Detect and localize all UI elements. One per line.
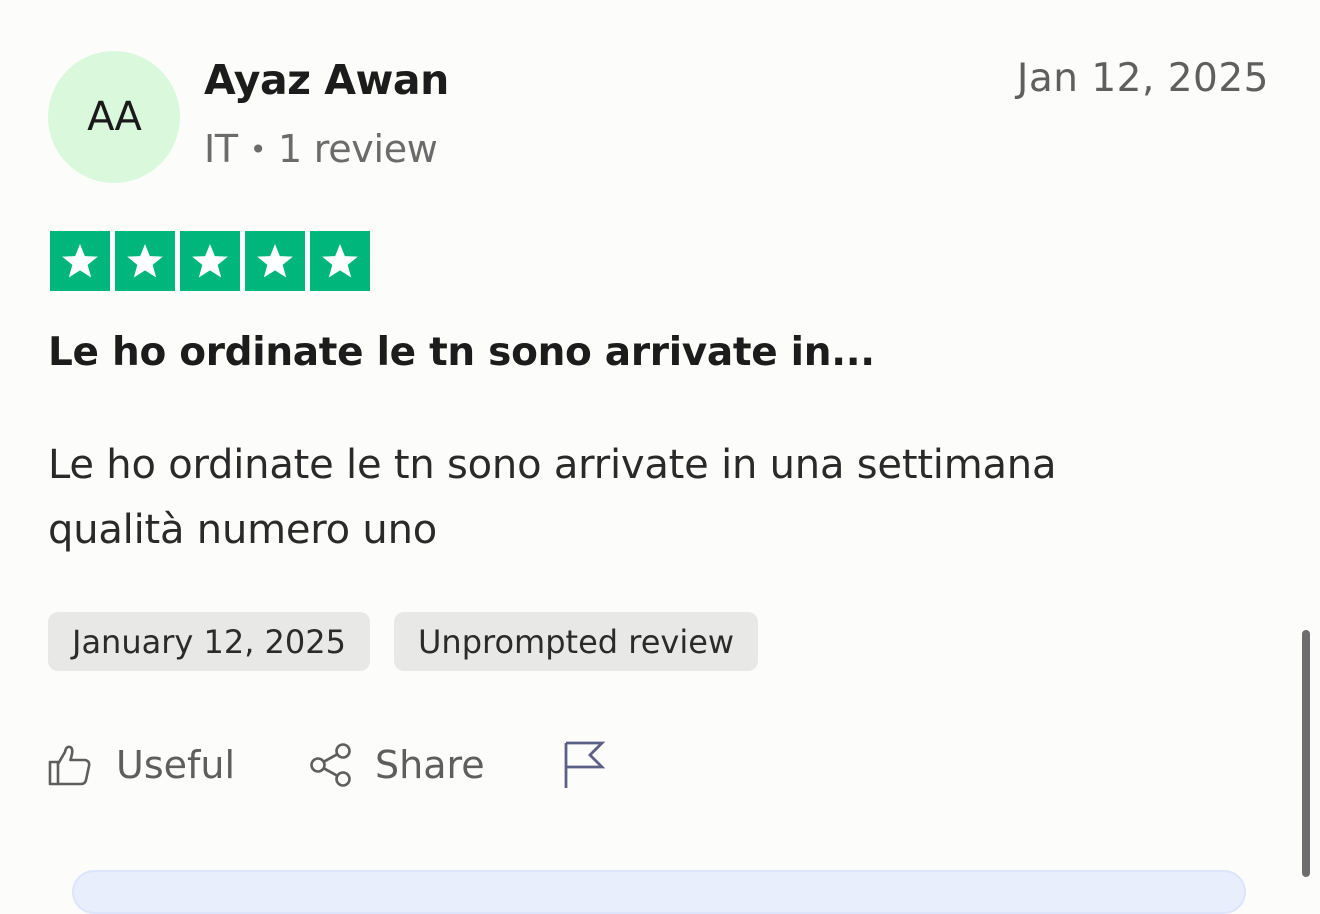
reviewer-country: IT (204, 127, 238, 171)
reviewer-meta: IT • 1 review (204, 127, 438, 171)
review-actions: Useful Share (48, 740, 605, 790)
review-body: Le ho ordinate le tn sono arrivate in un… (48, 442, 1057, 553)
avatar[interactable]: AA (48, 51, 180, 183)
flag-icon (563, 740, 605, 790)
star-rating (50, 231, 370, 291)
date-of-experience-tag: January 12, 2025 (48, 612, 370, 671)
reviewer-review-count: 1 review (278, 127, 438, 171)
review-tags: January 12, 2025 Unprompted review (48, 612, 759, 671)
useful-button[interactable]: Useful (48, 743, 235, 787)
share-label: Share (375, 743, 485, 787)
review-card: AA Ayaz Awan IT • 1 review Jan 12, 2025 … (0, 0, 1320, 914)
star-icon (50, 231, 110, 291)
share-button[interactable]: Share (309, 742, 485, 788)
share-icon (309, 742, 353, 788)
star-icon (180, 231, 240, 291)
thumbs-up-icon (48, 743, 92, 787)
reviewer-name[interactable]: Ayaz Awan (204, 56, 449, 104)
unprompted-review-tag[interactable]: Unprompted review (393, 612, 759, 671)
meta-separator: • (249, 132, 267, 166)
useful-label: Useful (116, 743, 236, 787)
star-icon (245, 231, 305, 291)
report-button[interactable] (563, 740, 605, 790)
review-title[interactable]: Le ho ordinate le tn sono arrivate in... (48, 330, 875, 375)
star-icon (310, 231, 370, 291)
star-icon (115, 231, 175, 291)
scrollbar-thumb[interactable] (1302, 630, 1310, 877)
review-date: Jan 12, 2025 (1016, 56, 1269, 101)
avatar-initials: AA (87, 94, 142, 140)
